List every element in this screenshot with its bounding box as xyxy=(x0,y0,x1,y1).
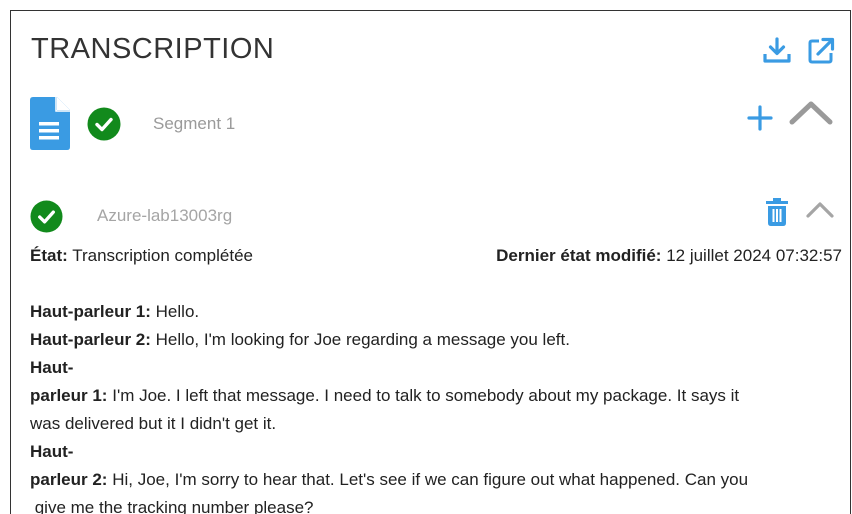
transcript-line: Haut-parleur 2: Hello, I'm looking for J… xyxy=(30,326,845,354)
job-status xyxy=(30,200,63,233)
add-button[interactable] xyxy=(746,104,774,132)
state-label: État: xyxy=(30,246,68,265)
modified-label: Dernier état modifié: xyxy=(496,246,662,265)
check-circle-icon xyxy=(30,200,63,233)
trash-icon xyxy=(766,198,788,226)
state-row: État: Transcription complétée xyxy=(30,246,253,266)
speaker-label: Haut-parleur 2: xyxy=(30,330,151,349)
segment-label: Segment 1 xyxy=(153,114,236,133)
segment-status xyxy=(87,107,121,141)
job-collapse-button[interactable] xyxy=(806,200,834,220)
transcript-line: Haut- xyxy=(30,438,845,466)
modified-value: 12 juillet 2024 07:32:57 xyxy=(666,246,842,265)
utterance-text: Hi, Joe, I'm sorry to hear that. Let's s… xyxy=(112,470,749,489)
transcript-body: Haut-parleur 1: Hello. Haut-parleur 2: H… xyxy=(30,298,845,514)
segment-collapse-button[interactable] xyxy=(789,99,833,127)
panel-title: TRANSCRIPTION xyxy=(31,33,275,65)
job-name: Azure-lab13003rg xyxy=(97,206,233,225)
download-icon xyxy=(763,37,791,63)
download-button[interactable] xyxy=(762,36,792,66)
speaker-label: parleur 2: xyxy=(30,470,108,489)
speaker-label-prefix: Haut- xyxy=(30,442,74,461)
transcript-line: parleur 1: I'm Joe. I left that message.… xyxy=(30,382,845,410)
speaker-label-prefix: Haut- xyxy=(30,358,74,377)
chevron-up-icon xyxy=(789,101,833,125)
utterance-text: Hello. xyxy=(155,302,200,321)
transcript-line: Haut-parleur 1: Hello. xyxy=(30,298,845,326)
document-icon xyxy=(30,97,70,150)
plus-icon xyxy=(747,105,773,131)
speaker-label: Haut-parleur 1: xyxy=(30,302,151,321)
state-value: Transcription complétée xyxy=(72,246,253,265)
speaker-label: parleur 1: xyxy=(30,386,108,405)
utterance-text: Hello, I'm looking for Joe regarding a m… xyxy=(155,330,570,349)
utterance-text: I'm Joe. I left that message. I need to … xyxy=(112,386,740,405)
transcript-line: Haut- xyxy=(30,354,845,382)
check-circle-icon xyxy=(87,107,121,141)
open-external-button[interactable] xyxy=(806,36,836,66)
chevron-up-icon xyxy=(806,202,834,218)
modified-row: Dernier état modifié: 12 juillet 2024 07… xyxy=(496,246,842,266)
transcript-line: parleur 2: Hi, Joe, I'm sorry to hear th… xyxy=(30,466,845,494)
delete-button[interactable] xyxy=(766,198,788,226)
transcription-panel: TRANSCRIPTION Segment 1 Azure-lab13003rg… xyxy=(10,10,851,514)
transcript-line-continued: was delivered but it I didn't get it. xyxy=(30,414,277,433)
segment-file-icon xyxy=(30,97,70,150)
transcript-line-continued: give me the tracking number please? xyxy=(30,498,314,514)
open-external-icon xyxy=(808,37,835,64)
